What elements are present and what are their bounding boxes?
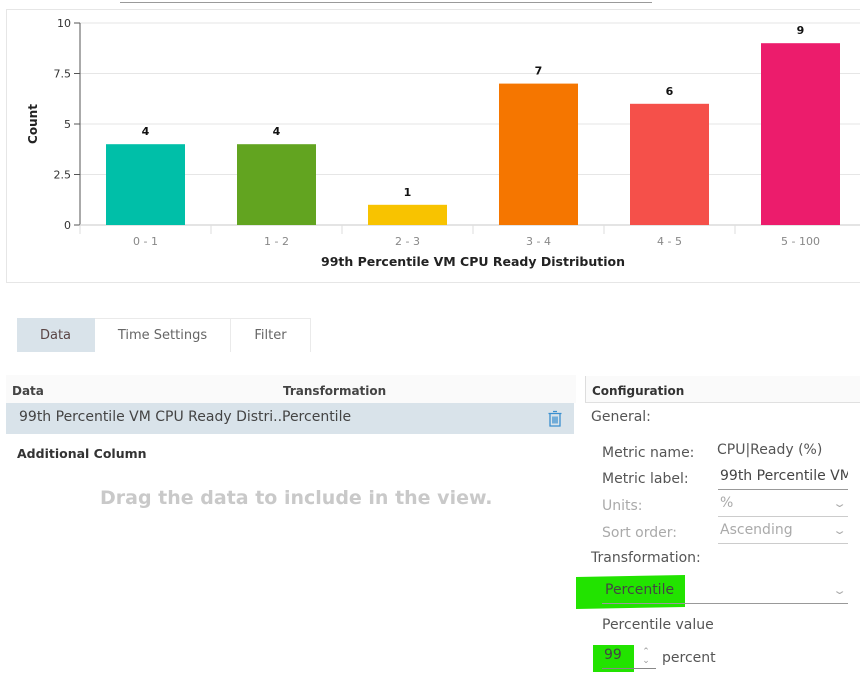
row-data-cell: 99th Percentile VM CPU Ready Distri... [19, 409, 287, 425]
transformation-value: Percentile [605, 582, 675, 598]
chevron-down-icon: ⌄ [832, 524, 847, 537]
trash-icon[interactable] [547, 410, 563, 428]
units-value: % [720, 495, 734, 511]
row-transformation-cell: Percentile [282, 409, 352, 425]
metric-label-label: Metric label: [602, 471, 689, 487]
percentile-value-label: Percentile value [602, 617, 714, 633]
y-tick-label: 5 [64, 118, 71, 131]
tab-data[interactable]: Data [17, 318, 95, 352]
chart-panel: 0 2.5 5 7.5 10 4 0 - 1 4 1 - 2 1 2 - 3 7 3 - 4 6 4 - … [6, 9, 860, 283]
y-tick-label: 0 [64, 219, 71, 232]
drop-zone-message[interactable]: Drag the data to include in the view. [100, 487, 493, 509]
y-tick-label: 2.5 [54, 169, 72, 182]
units-label: Units: [602, 498, 643, 514]
sort-order-value: Ascending [720, 522, 793, 538]
tab-time-settings[interactable]: Time Settings [95, 318, 231, 352]
sort-order-select[interactable]: Ascending ⌄ [718, 522, 848, 544]
units-select[interactable]: % ⌄ [718, 495, 848, 517]
y-tick-label: 10 [57, 17, 71, 30]
top-divider [120, 2, 652, 3]
data-grid-header: Data Transformation [6, 375, 576, 403]
percentile-unit-label: percent [662, 650, 716, 666]
data-label: 6 [666, 85, 674, 98]
chevron-down-icon: ⌄ [832, 497, 847, 510]
column-header-data[interactable]: Data [12, 384, 44, 398]
chevron-down-icon: ⌄ [832, 584, 847, 597]
sort-order-label: Sort order: [602, 525, 677, 541]
y-tick-label: 7.5 [54, 68, 72, 81]
tab-filter[interactable]: Filter [231, 318, 311, 352]
transformation-section-label: Transformation: [591, 550, 701, 566]
metric-label-input[interactable]: 99th Percentile VM CPU Ready Distributio… [718, 468, 848, 490]
data-label: 4 [273, 125, 281, 138]
configuration-header: Configuration [585, 376, 860, 403]
y-axis-label: Count [26, 104, 40, 144]
bar[interactable] [630, 103, 709, 225]
data-label: 9 [797, 24, 805, 37]
x-tick-label: 5 - 100 [781, 235, 820, 248]
x-tick-label: 4 - 5 [657, 235, 682, 248]
bar[interactable] [499, 83, 578, 225]
metric-name-label: Metric name: [602, 445, 695, 461]
additional-column-label: Additional Column [17, 446, 147, 461]
spinner-arrows-icon[interactable]: ⌃ ⌄ [640, 648, 652, 668]
bar[interactable] [368, 204, 447, 225]
bar[interactable] [761, 43, 840, 226]
column-header-transformation[interactable]: Transformation [283, 384, 386, 398]
bar[interactable] [237, 144, 316, 225]
x-tick-label: 2 - 3 [395, 235, 420, 248]
bar-chart: 0 2.5 5 7.5 10 4 0 - 1 4 1 - 2 1 2 - 3 7 3 - 4 6 4 - … [26, 17, 860, 269]
x-axis-label: 99th Percentile VM CPU Ready Distributio… [321, 254, 625, 269]
tab-bar: Data Time Settings Filter [17, 318, 311, 352]
data-label: 7 [535, 65, 543, 78]
data-label: 4 [142, 125, 150, 138]
transformation-select[interactable]: Percentile ⌄ [602, 582, 848, 604]
x-tick-label: 1 - 2 [264, 235, 289, 248]
metric-name-value: CPU|Ready (%) [717, 442, 823, 458]
data-label: 1 [404, 186, 412, 199]
x-tick-label: 0 - 1 [133, 235, 158, 248]
bar[interactable] [106, 144, 185, 225]
general-section-label: General: [591, 409, 651, 425]
data-grid-row[interactable]: 99th Percentile VM CPU Ready Distri... P… [6, 403, 574, 434]
x-tick-label: 3 - 4 [526, 235, 551, 248]
